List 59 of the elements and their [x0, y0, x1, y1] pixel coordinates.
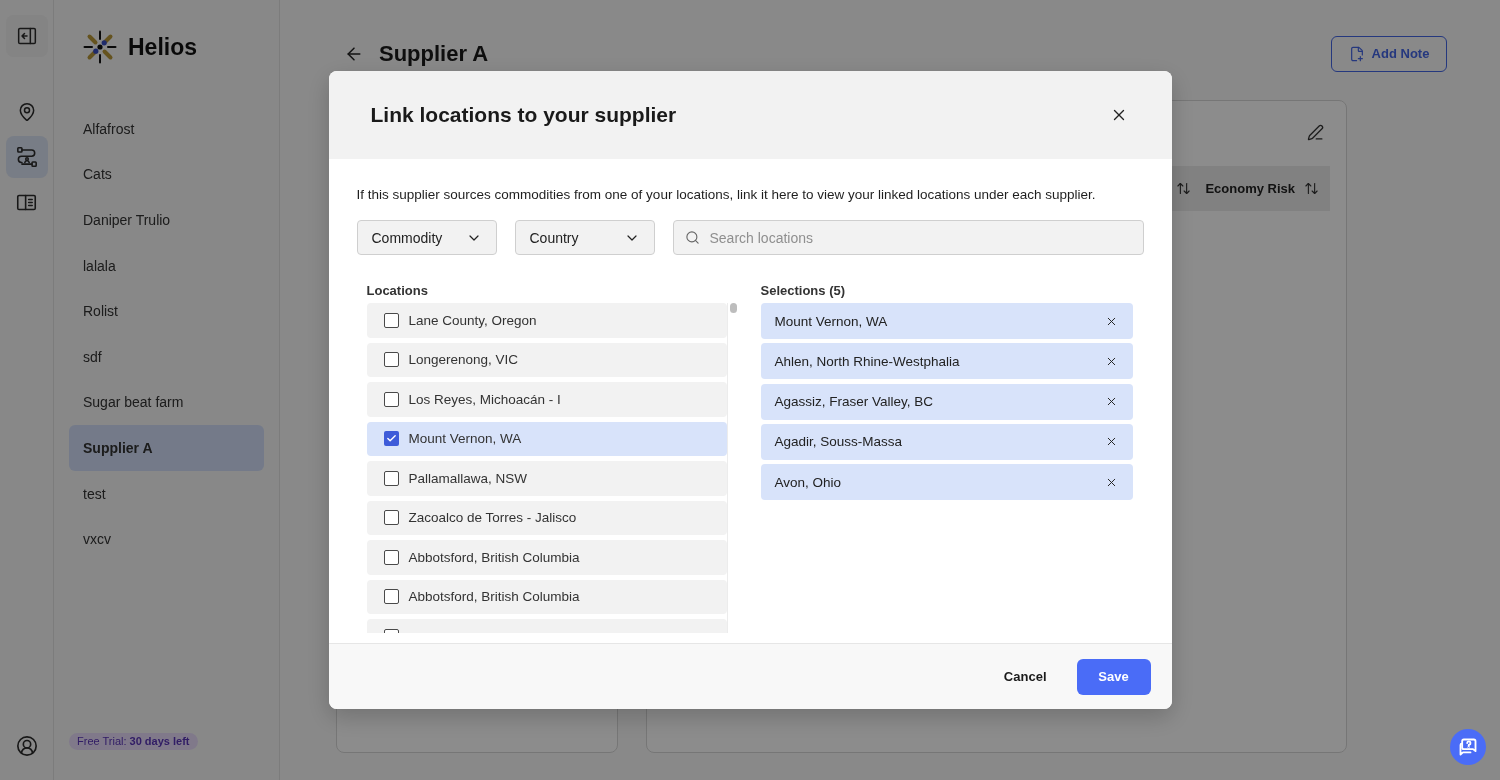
selection-label: Ahlen, North Rhine-Westphalia: [774, 353, 960, 369]
collapse-panel-icon: [16, 26, 37, 46]
file-plus-icon: [1348, 45, 1365, 62]
collapse-sidebar-button[interactable]: [5, 15, 48, 57]
cancel-button[interactable]: Cancel: [983, 659, 1067, 694]
locations-heading: Locations: [366, 284, 428, 298]
nav-button[interactable]: [5, 136, 48, 178]
page-title: Supplier A: [379, 40, 489, 67]
checkbox[interactable]: [383, 352, 399, 368]
dialog-title: Link locations to your supplier: [370, 103, 677, 127]
sort-button[interactable]: [1304, 181, 1319, 196]
supplier-nav-item[interactable]: lalala: [69, 242, 264, 289]
checkbox[interactable]: [383, 470, 399, 486]
location-option[interactable]: Pallamallawa, NSW: [366, 461, 727, 496]
scrollbar-thumb[interactable]: [730, 303, 737, 313]
checkbox[interactable]: [383, 431, 399, 447]
checkbox[interactable]: [383, 312, 399, 328]
flow-icon: [15, 146, 38, 168]
supplier-nav-item[interactable]: test: [69, 470, 264, 517]
selection-label: Avon, Ohio: [774, 474, 842, 490]
selection-label: Agadir, Souss-Massa: [774, 434, 903, 450]
supplier-nav-item[interactable]: Sugar beat farm: [69, 379, 264, 426]
location-option[interactable]: Longerenong, VIC: [366, 342, 727, 377]
location-option[interactable]: Zacoalco de Torres - Jalisco: [366, 500, 727, 535]
user-avatar-icon: [15, 735, 38, 757]
checkbox[interactable]: [383, 510, 399, 526]
save-button[interactable]: Save: [1076, 658, 1151, 695]
supplier-nav-item[interactable]: Daniper Trulio: [69, 197, 264, 243]
supplier-nav-item[interactable]: Cats: [69, 151, 264, 198]
trial-badge: Free Trial: 30 days left: [69, 733, 198, 750]
column-header: Economy Risk: [1205, 181, 1295, 196]
location-option[interactable]: Abbotsford, British Columbia: [366, 579, 727, 614]
location-option[interactable]: Abbotsford, British Columbia: [366, 540, 727, 575]
location-option[interactable]: Los Reyes, Michoacán - I: [366, 382, 727, 417]
supplier-nav-item[interactable]: Supplier A: [69, 425, 264, 471]
sort-arrows-icon: [1304, 181, 1319, 196]
filter-dropdown[interactable]: Country: [514, 220, 655, 255]
pencil-icon: [1307, 123, 1324, 141]
brand-name: Helios: [128, 33, 198, 61]
checkbox[interactable]: [383, 589, 399, 605]
search-icon: [684, 230, 700, 245]
supplier-nav-item[interactable]: Rolist: [69, 288, 264, 334]
sort-button[interactable]: [1176, 181, 1192, 196]
checkbox[interactable]: [383, 391, 399, 407]
search-field[interactable]: Search locations: [672, 220, 1144, 255]
sun-logo-icon: [83, 30, 117, 64]
selections-heading: Selections (5): [760, 284, 846, 298]
sort-arrows-icon: [1176, 181, 1192, 196]
selection-label: Agassiz, Fraser Valley, BC: [774, 394, 934, 410]
supplier-nav-item[interactable]: Alfafrost: [69, 106, 264, 152]
checkbox[interactable]: [383, 549, 399, 565]
add-note-button[interactable]: Add Note: [1331, 35, 1447, 72]
selection-label: Mount Vernon, WA: [774, 313, 888, 329]
dialog-description: If this supplier sources commodities from one of your locations, link it here to view your linked locations under each supplier.: [356, 186, 1096, 203]
filter-dropdown[interactable]: Commodity: [356, 220, 497, 255]
help-chat-icon: [1458, 737, 1478, 757]
supplier-nav-item[interactable]: vxcv: [69, 516, 264, 562]
supplier-nav-item[interactable]: sdf: [69, 333, 264, 380]
location-option[interactable]: Lane County, Oregon: [366, 303, 727, 338]
